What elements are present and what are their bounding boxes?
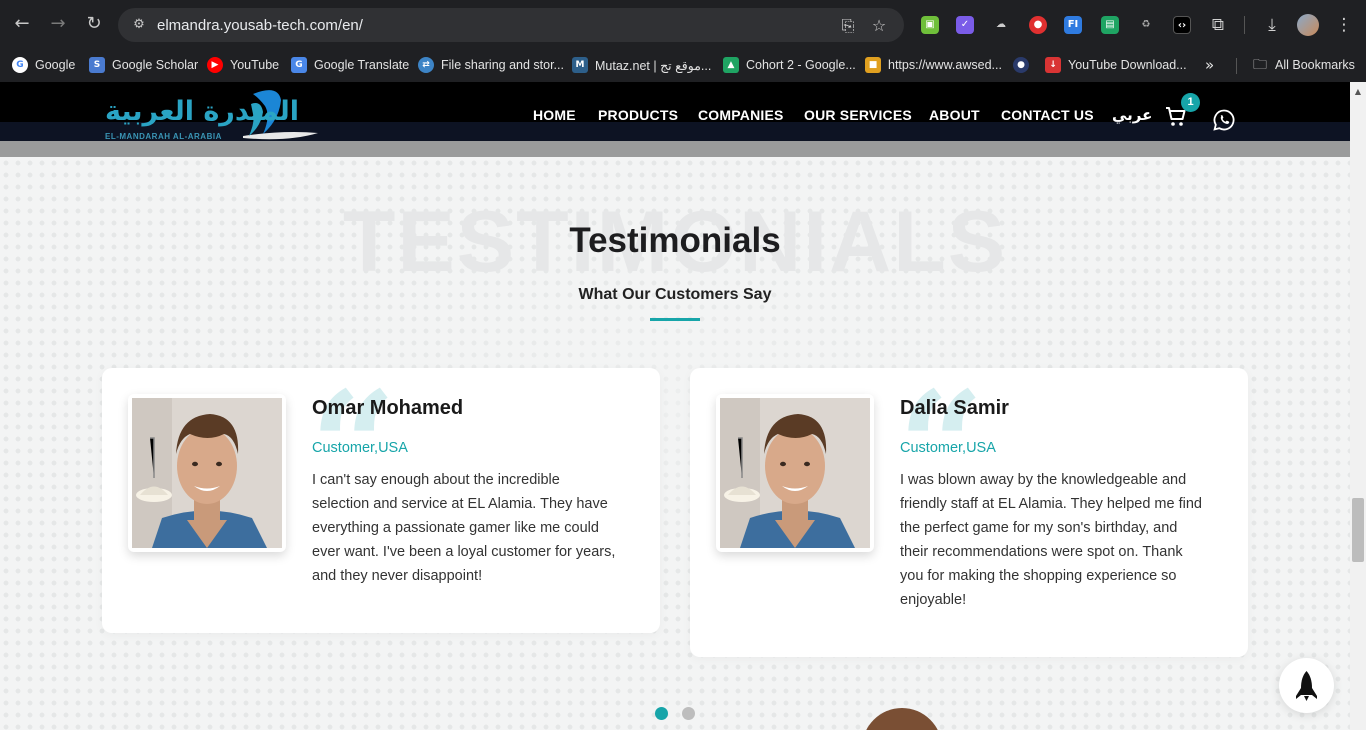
- nav-home[interactable]: HOME: [533, 107, 576, 123]
- whatsapp-icon[interactable]: [1212, 108, 1236, 132]
- menu-kebab-icon[interactable]: ⋮: [1333, 14, 1355, 36]
- download-icon[interactable]: ⤓: [1261, 14, 1283, 36]
- language-switch[interactable]: عربي: [1112, 106, 1152, 124]
- customer-portrait-icon: [720, 398, 870, 548]
- bookmark-youtube[interactable]: ▶ YouTube: [207, 54, 279, 76]
- testimonials-section: TESTIMONIALS Testimonials What Our Custo…: [0, 157, 1350, 730]
- customer-name: Omar Mohamed: [312, 397, 464, 419]
- bookmark-label: Mutaz.net | موقع تج...: [595, 58, 712, 73]
- bookmark-label: Google Scholar: [112, 58, 199, 72]
- all-bookmarks-label: All Bookmarks: [1275, 58, 1355, 72]
- nav-about[interactable]: ABOUT: [929, 107, 980, 123]
- scholar-icon: S: [89, 57, 105, 73]
- bookmark-divider: [1236, 58, 1237, 74]
- site-info-icon[interactable]: ⚙: [130, 16, 148, 34]
- bookmark-mutaz[interactable]: M Mutaz.net | موقع تج...: [572, 54, 711, 76]
- bookmark-label: YouTube: [230, 58, 280, 72]
- logo-english-text: EL-MANDARAH AL-ARABIA: [105, 132, 222, 141]
- box-icon: ■: [865, 57, 881, 73]
- forward-icon[interactable]: →: [46, 12, 70, 36]
- extension-sheet-icon[interactable]: ▤: [1101, 16, 1119, 34]
- url-text[interactable]: elmandra.yousab-tech.com/en/: [157, 17, 363, 34]
- section-title: Testimonials: [569, 221, 781, 260]
- site-header: المندرة العربية EL-MANDARAH AL-ARABIA HO…: [0, 82, 1350, 157]
- reload-icon[interactable]: ↻: [82, 12, 106, 36]
- customer-role: Customer,USA: [900, 440, 996, 456]
- profile-avatar[interactable]: [1297, 14, 1319, 36]
- logo-arabic-text: المندرة العربية: [105, 96, 299, 127]
- testimonial-card: “ Dalia Samir Customer,USA I was blown a…: [690, 368, 1248, 657]
- bookmark-label: Google Translate: [314, 58, 410, 72]
- bookmark-label: YouTube Download...: [1068, 58, 1187, 72]
- globe-icon: ●: [1013, 57, 1029, 73]
- bookmark-file-sharing[interactable]: ⇄ File sharing and stor...: [418, 54, 564, 76]
- nav-our-services[interactable]: OUR SERVICES: [804, 107, 912, 123]
- customer-photo-frame: [128, 394, 286, 552]
- drive-icon: ▲: [723, 57, 739, 73]
- customer-photo: [720, 398, 870, 548]
- bookmark-google[interactable]: G Google: [12, 54, 75, 76]
- carousel-dot-1-active[interactable]: [655, 707, 668, 720]
- scrollbar-thumb[interactable]: [1352, 498, 1364, 562]
- browser-toolbar: ← → ↻ ⚙ elmandra.yousab-tech.com/en/ ⎘ ☆…: [0, 0, 1366, 48]
- bookmark-label: Google: [35, 58, 76, 72]
- bookmark-label: https://www.awsed...: [888, 58, 1002, 72]
- rocket-icon: [1296, 671, 1317, 701]
- bookmark-unnamed[interactable]: ●: [1013, 54, 1036, 76]
- extensions-puzzle-icon[interactable]: ⧉: [1207, 14, 1229, 36]
- bookmark-google-translate[interactable]: G Google Translate: [291, 54, 409, 76]
- extension-check-icon[interactable]: ✓: [956, 16, 974, 34]
- all-bookmarks[interactable]: 🗀 All Bookmarks: [1252, 54, 1355, 76]
- toolbar-divider: [1244, 16, 1245, 34]
- nav-contact-us[interactable]: CONTACT US: [1001, 107, 1094, 123]
- install-app-icon[interactable]: ⎘: [838, 16, 858, 36]
- bookmark-label: File sharing and stor...: [441, 58, 564, 72]
- customer-portrait-icon: [132, 398, 282, 548]
- extension-red-icon[interactable]: ●: [1029, 16, 1047, 34]
- site-logo[interactable]: المندرة العربية EL-MANDARAH AL-ARABIA: [103, 86, 323, 144]
- folder-icon: 🗀: [1253, 57, 1267, 73]
- customer-name: Dalia Samir: [900, 397, 1009, 419]
- customer-photo-frame: [716, 394, 874, 552]
- bookmark-youtube-download[interactable]: ↓ YouTube Download...: [1045, 54, 1187, 76]
- bookmark-label: Cohort 2 - Google...: [746, 58, 856, 72]
- bookmark-awsed[interactable]: ■ https://www.awsed...: [865, 54, 1002, 76]
- mutaz-icon: M: [572, 57, 588, 73]
- carousel-dot-2[interactable]: [682, 707, 695, 720]
- bookmarks-bar: G Google S Google Scholar ▶ YouTube G Google…: [0, 48, 1366, 82]
- file-sharing-icon: ⇄: [418, 57, 434, 73]
- cart-count-badge[interactable]: 1: [1181, 93, 1200, 112]
- nav-companies[interactable]: COMPANIES: [698, 107, 784, 123]
- back-icon[interactable]: ←: [10, 12, 34, 36]
- scroll-up-icon[interactable]: ▲: [1354, 88, 1362, 96]
- chevron-double-right-icon[interactable]: »: [1205, 54, 1214, 76]
- extension-code-icon[interactable]: ‹›: [1173, 16, 1191, 34]
- extension-green-icon[interactable]: ▣: [921, 16, 939, 34]
- customer-role: Customer,USA: [312, 440, 408, 456]
- page-scrollbar[interactable]: [1350, 82, 1366, 730]
- bookmark-google-scholar[interactable]: S Google Scholar: [89, 54, 198, 76]
- extension-recycle-icon[interactable]: ♻: [1137, 16, 1155, 34]
- section-underline: [650, 318, 700, 321]
- testimonial-text: I was blown away by the knowledgeable an…: [900, 472, 1202, 608]
- bookmark-star-icon[interactable]: ☆: [869, 16, 889, 36]
- download-red-icon: ↓: [1045, 57, 1061, 73]
- scroll-to-top-button[interactable]: [1279, 658, 1334, 713]
- translate-icon: G: [291, 57, 307, 73]
- address-bar[interactable]: ⚙ elmandra.yousab-tech.com/en/ ⎘ ☆: [118, 8, 904, 42]
- testimonial-card: “ Omar Mohamed Customer,USA I can't say …: [102, 368, 660, 633]
- section-subtitle: What Our Customers Say: [578, 286, 772, 303]
- nav-products[interactable]: PRODUCTS: [598, 107, 678, 123]
- extension-cloud-icon[interactable]: ☁: [992, 16, 1010, 34]
- google-icon: G: [12, 57, 28, 73]
- testimonial-text: I can't say enough about the incredible …: [312, 472, 616, 584]
- customer-photo: [132, 398, 282, 548]
- extension-fi-icon[interactable]: FI: [1064, 16, 1082, 34]
- youtube-icon: ▶: [207, 57, 223, 73]
- bookmark-cohort[interactable]: ▲ Cohort 2 - Google...: [723, 54, 856, 76]
